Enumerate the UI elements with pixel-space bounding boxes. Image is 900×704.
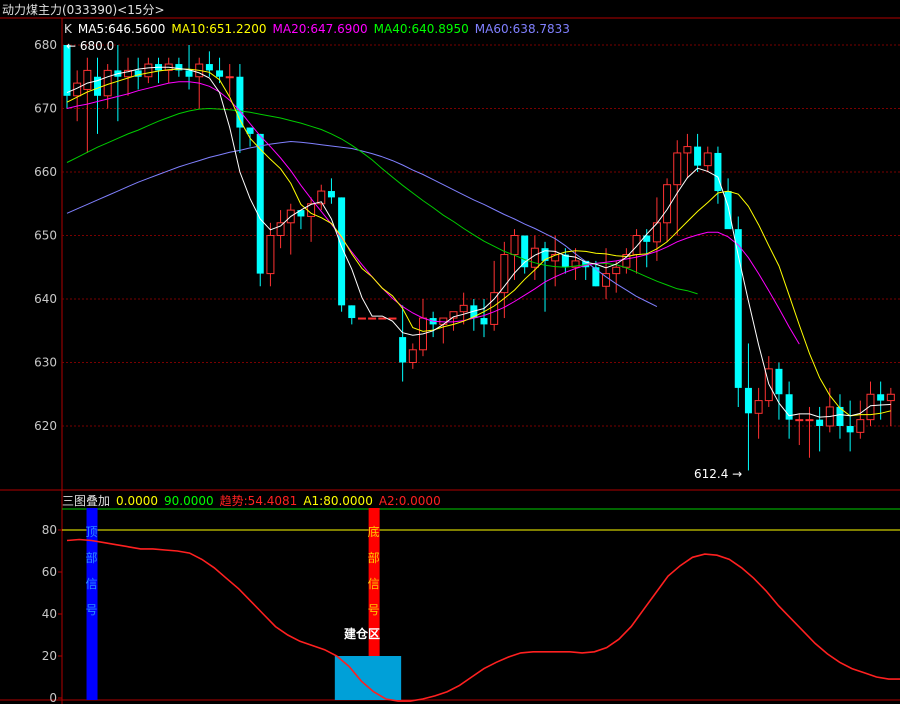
candle-body	[886, 393, 895, 402]
ma60-line	[66, 140, 658, 308]
candle-body	[439, 317, 448, 325]
high-price-label: ← 680.0	[66, 39, 114, 53]
y-tick-label: 680	[34, 38, 57, 52]
candle-body	[734, 229, 742, 388]
build-zone-label: 建仓区	[343, 626, 380, 641]
signal-label-char: 部	[86, 550, 98, 565]
candle-body	[459, 304, 468, 313]
signal-label-char: 信	[368, 577, 380, 591]
candle-body	[612, 266, 621, 275]
candle-body	[754, 400, 763, 414]
sub-y-tick-label: 80	[42, 523, 57, 537]
y-tick-label: 630	[34, 356, 57, 370]
candle-body	[266, 235, 275, 275]
candle-body	[144, 63, 153, 78]
candle-body	[663, 184, 672, 224]
y-tick-label: 650	[34, 229, 57, 243]
candle-body	[216, 70, 224, 77]
ma20-line	[66, 81, 800, 345]
signal-label-char: 号	[368, 603, 380, 617]
candle-body	[703, 152, 712, 167]
y-tick-label: 660	[34, 165, 57, 179]
candle-body	[775, 368, 783, 395]
y-tick-label: 670	[34, 102, 57, 116]
signal-label-char: 顶	[86, 525, 98, 539]
signal-label-char: 信	[86, 577, 98, 591]
candle-body	[408, 349, 417, 363]
low-price-label: 612.4 →	[694, 467, 742, 481]
ma40-line	[66, 107, 698, 295]
candle-body	[378, 317, 387, 320]
candle-body	[185, 70, 193, 77]
candle-body	[205, 64, 213, 71]
candle-body	[83, 69, 92, 90]
candle-body	[846, 426, 854, 433]
candle-body	[673, 152, 682, 186]
candle-body	[256, 133, 264, 274]
candle-body	[877, 394, 885, 401]
trend-line	[66, 538, 900, 702]
candle-body	[632, 235, 641, 256]
candle-body	[805, 419, 814, 422]
chart-canvas[interactable]: 620 630 640 650 660 670 680 ← 680.0 612.4 → 0 20 40…	[0, 0, 900, 704]
candle-body	[368, 317, 377, 320]
candle-body	[694, 146, 702, 166]
candle-body	[399, 337, 407, 363]
candle-body	[388, 317, 397, 320]
candle-body	[724, 191, 732, 230]
ma10-line	[66, 68, 891, 417]
candle-body	[530, 247, 539, 268]
candle-body	[103, 69, 112, 97]
candle-body	[276, 222, 285, 237]
candle-body	[795, 419, 804, 422]
candle-body	[816, 419, 824, 426]
candle-body	[856, 419, 865, 433]
sub-y-tick-label: 60	[42, 565, 57, 579]
signal-label-char: 号	[86, 603, 98, 617]
candle-body	[744, 387, 752, 414]
candle-body	[357, 317, 366, 320]
candle-body	[683, 146, 692, 154]
sub-y-tick-label: 0	[49, 691, 57, 704]
signal-label-char: 部	[368, 550, 380, 565]
candle-body	[510, 235, 519, 256]
candle-body	[348, 305, 356, 319]
candle-body	[592, 267, 600, 287]
y-tick-label: 640	[34, 292, 57, 306]
candle-body	[225, 76, 234, 79]
sub-y-tick-label: 40	[42, 607, 57, 621]
candle-body	[327, 191, 335, 198]
candle-body	[480, 318, 488, 325]
sub-y-tick-label: 20	[42, 649, 57, 663]
signal-label-char: 底	[368, 524, 380, 539]
candle-body	[490, 292, 499, 325]
y-tick-label: 620	[34, 419, 57, 433]
